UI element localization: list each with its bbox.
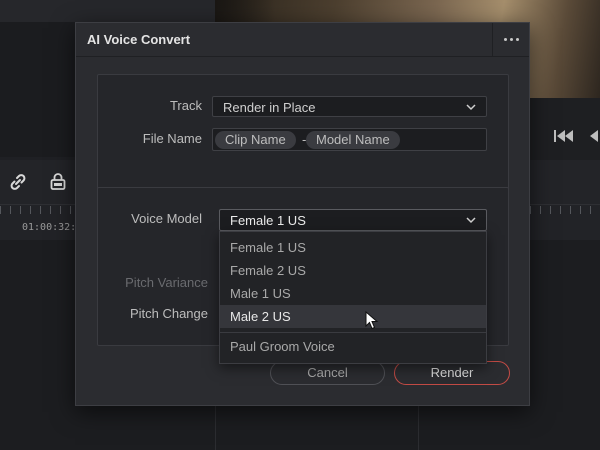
ruler-timecode: 01:00:32:0 xyxy=(22,222,83,233)
chevron-down-icon xyxy=(466,217,476,224)
dropdown-option[interactable]: Female 1 US xyxy=(220,236,486,259)
voice-model-select[interactable]: Female 1 US xyxy=(219,209,487,231)
track-select[interactable]: Render in Place xyxy=(212,96,487,117)
top-panel xyxy=(0,0,215,22)
pitch-change-label: Pitch Change xyxy=(129,306,208,321)
file-name-field[interactable]: Clip Name - Model Name xyxy=(212,128,487,151)
voice-model-dropdown: Female 1 US Female 2 US Male 1 US Male 2… xyxy=(219,231,487,364)
pitch-variance-label: Pitch Variance xyxy=(125,275,208,290)
render-button[interactable]: Render xyxy=(394,361,510,385)
track-label: Track xyxy=(169,98,202,113)
dialog-title-bar[interactable]: AI Voice Convert xyxy=(76,23,529,57)
file-name-label: File Name xyxy=(142,131,202,146)
left-panel xyxy=(0,22,78,157)
dialog-title: AI Voice Convert xyxy=(87,32,191,47)
chevron-down-icon xyxy=(466,104,476,111)
dropdown-option-hovered[interactable]: Male 2 US xyxy=(220,305,486,328)
mouse-cursor-icon xyxy=(365,311,379,330)
more-dots-icon[interactable] xyxy=(492,23,529,56)
clip-name-token[interactable]: Clip Name xyxy=(215,131,296,149)
dropdown-option[interactable]: Female 2 US xyxy=(220,259,486,282)
voice-model-value: Female 1 US xyxy=(230,213,306,228)
cancel-button[interactable]: Cancel xyxy=(270,361,385,385)
voice-model-label: Voice Model xyxy=(131,211,202,226)
dropdown-option[interactable]: Male 1 US xyxy=(220,282,486,305)
dropdown-separator xyxy=(220,332,486,333)
link-icon[interactable] xyxy=(8,172,28,192)
track-select-value: Render in Place xyxy=(223,100,316,115)
play-reverse-icon[interactable] xyxy=(588,128,600,144)
dropdown-option-custom-voice[interactable]: Paul Groom Voice xyxy=(220,335,486,358)
skip-back-icon[interactable] xyxy=(552,128,576,144)
lock-icon[interactable] xyxy=(48,172,68,192)
model-name-token[interactable]: Model Name xyxy=(306,131,400,149)
